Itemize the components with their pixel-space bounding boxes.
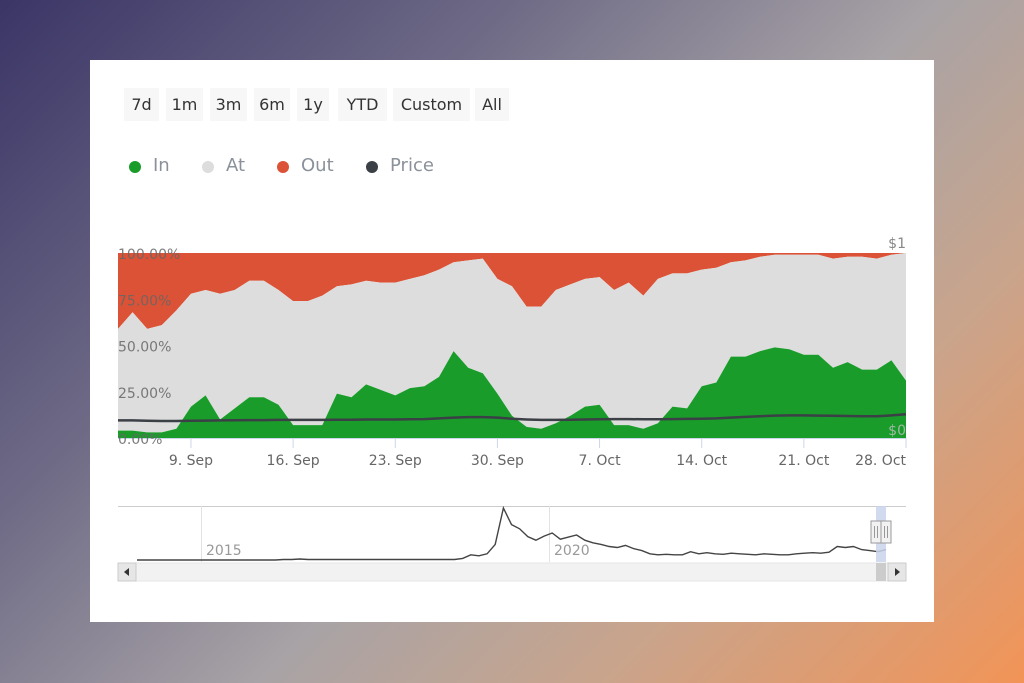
navigator-series-line: [137, 505, 887, 561]
navigator[interactable]: 2015 2020: [0, 0, 1024, 683]
navigator-year-label: 2015: [206, 543, 242, 559]
navigator-handle-right[interactable]: [880, 520, 892, 544]
navigator-scrollbar-track[interactable]: [117, 562, 907, 582]
navigator-year-label: 2020: [554, 543, 590, 559]
navigator-handle-left[interactable]: [870, 520, 882, 544]
navigator-scrollbar-thumb[interactable]: [876, 563, 886, 581]
